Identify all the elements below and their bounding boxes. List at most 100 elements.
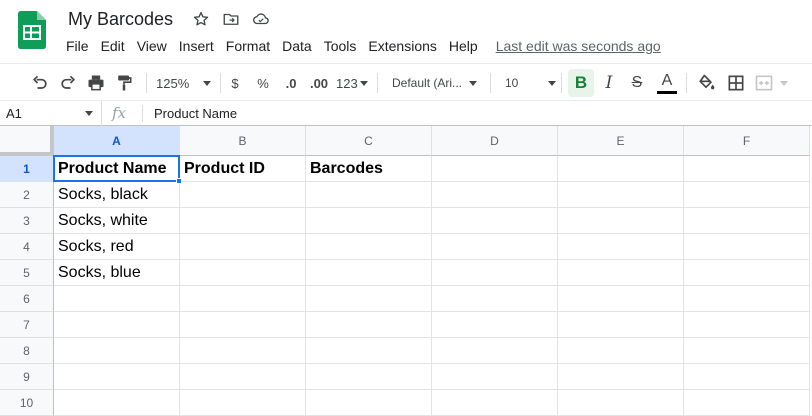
- row-header-8[interactable]: 8: [0, 338, 54, 364]
- cell-f3[interactable]: [684, 208, 810, 234]
- currency-format-button[interactable]: $: [226, 69, 244, 97]
- cell-a7[interactable]: [54, 312, 180, 338]
- cell-f2[interactable]: [684, 182, 810, 208]
- document-title[interactable]: My Barcodes: [68, 9, 173, 30]
- cell-c6[interactable]: [306, 286, 432, 312]
- cell-a8[interactable]: [54, 338, 180, 364]
- redo-button[interactable]: [56, 69, 80, 97]
- cell-c2[interactable]: [306, 182, 432, 208]
- menu-help[interactable]: Help: [443, 38, 484, 54]
- cell-b5[interactable]: [180, 260, 306, 286]
- menu-tools[interactable]: Tools: [318, 38, 363, 54]
- cell-f10[interactable]: [684, 390, 810, 416]
- italic-button[interactable]: I: [598, 69, 620, 97]
- fill-handle[interactable]: [176, 178, 182, 184]
- column-header-c[interactable]: C: [306, 126, 432, 156]
- menu-format[interactable]: Format: [220, 38, 276, 54]
- cell-d3[interactable]: [432, 208, 558, 234]
- cell-c3[interactable]: [306, 208, 432, 234]
- cell-b2[interactable]: [180, 182, 306, 208]
- bold-button[interactable]: B: [568, 69, 594, 97]
- cell-b8[interactable]: [180, 338, 306, 364]
- cell-d2[interactable]: [432, 182, 558, 208]
- row-header-5[interactable]: 5: [0, 260, 54, 286]
- cell-c4[interactable]: [306, 234, 432, 260]
- menu-file[interactable]: File: [60, 38, 95, 54]
- cell-d1[interactable]: [432, 156, 558, 182]
- last-edit-link[interactable]: Last edit was seconds ago: [496, 38, 661, 54]
- cell-b1[interactable]: Product ID: [180, 156, 306, 182]
- cell-d8[interactable]: [432, 338, 558, 364]
- cell-d10[interactable]: [432, 390, 558, 416]
- row-header-2[interactable]: 2: [0, 182, 54, 208]
- cell-d7[interactable]: [432, 312, 558, 338]
- row-header-10[interactable]: 10: [0, 390, 54, 416]
- cell-e9[interactable]: [558, 364, 684, 390]
- cell-d4[interactable]: [432, 234, 558, 260]
- row-header-4[interactable]: 4: [0, 234, 54, 260]
- cloud-saved-icon[interactable]: [252, 10, 270, 28]
- cell-e1[interactable]: [558, 156, 684, 182]
- cell-b3[interactable]: [180, 208, 306, 234]
- cell-a5[interactable]: Socks, blue: [54, 260, 180, 286]
- cell-c5[interactable]: [306, 260, 432, 286]
- cell-f8[interactable]: [684, 338, 810, 364]
- cell-a3[interactable]: Socks, white: [54, 208, 180, 234]
- cell-c10[interactable]: [306, 390, 432, 416]
- column-header-f[interactable]: F: [684, 126, 810, 156]
- cell-d5[interactable]: [432, 260, 558, 286]
- row-header-6[interactable]: 6: [0, 286, 54, 312]
- cell-f1[interactable]: [684, 156, 810, 182]
- cell-f9[interactable]: [684, 364, 810, 390]
- menu-insert[interactable]: Insert: [173, 38, 220, 54]
- cell-e3[interactable]: [558, 208, 684, 234]
- column-header-a[interactable]: A: [54, 126, 180, 156]
- cell-e2[interactable]: [558, 182, 684, 208]
- cell-a10[interactable]: [54, 390, 180, 416]
- cell-e4[interactable]: [558, 234, 684, 260]
- cell-f7[interactable]: [684, 312, 810, 338]
- cell-f6[interactable]: [684, 286, 810, 312]
- cell-e6[interactable]: [558, 286, 684, 312]
- menu-extensions[interactable]: Extensions: [362, 38, 442, 54]
- cell-b4[interactable]: [180, 234, 306, 260]
- fill-color-button[interactable]: [694, 69, 718, 97]
- cell-b6[interactable]: [180, 286, 306, 312]
- cell-e5[interactable]: [558, 260, 684, 286]
- cell-a2[interactable]: Socks, black: [54, 182, 180, 208]
- menu-edit[interactable]: Edit: [95, 38, 131, 54]
- strikethrough-button[interactable]: S: [626, 69, 648, 97]
- merge-cells-button[interactable]: [754, 69, 796, 97]
- name-box[interactable]: A1: [0, 101, 102, 126]
- zoom-select[interactable]: 125%: [156, 69, 212, 97]
- cell-e10[interactable]: [558, 390, 684, 416]
- borders-button[interactable]: [724, 69, 748, 97]
- print-button[interactable]: [84, 69, 108, 97]
- more-formats-select[interactable]: 123: [336, 69, 370, 97]
- move-to-folder-icon[interactable]: [222, 10, 240, 28]
- paint-format-button[interactable]: [112, 69, 136, 97]
- increase-decimal-button[interactable]: .00: [306, 69, 332, 97]
- row-header-9[interactable]: 9: [0, 364, 54, 390]
- cell-a9[interactable]: [54, 364, 180, 390]
- cell-a6[interactable]: [54, 286, 180, 312]
- cell-b9[interactable]: [180, 364, 306, 390]
- cell-b10[interactable]: [180, 390, 306, 416]
- cell-c8[interactable]: [306, 338, 432, 364]
- cell-f5[interactable]: [684, 260, 810, 286]
- column-header-e[interactable]: E: [558, 126, 684, 156]
- cell-c1[interactable]: Barcodes: [306, 156, 432, 182]
- percent-format-button[interactable]: %: [254, 69, 272, 97]
- font-family-select[interactable]: Default (Ari...: [392, 69, 482, 97]
- select-all-corner[interactable]: [0, 126, 54, 156]
- decrease-decimal-button[interactable]: .0: [280, 69, 302, 97]
- formula-input[interactable]: Product Name: [154, 106, 237, 121]
- row-header-1[interactable]: 1: [0, 156, 54, 182]
- font-size-select[interactable]: 10: [505, 69, 559, 97]
- cell-c9[interactable]: [306, 364, 432, 390]
- text-color-button[interactable]: A: [655, 69, 679, 97]
- cell-e7[interactable]: [558, 312, 684, 338]
- cell-c7[interactable]: [306, 312, 432, 338]
- undo-button[interactable]: [28, 69, 52, 97]
- menu-data[interactable]: Data: [276, 38, 318, 54]
